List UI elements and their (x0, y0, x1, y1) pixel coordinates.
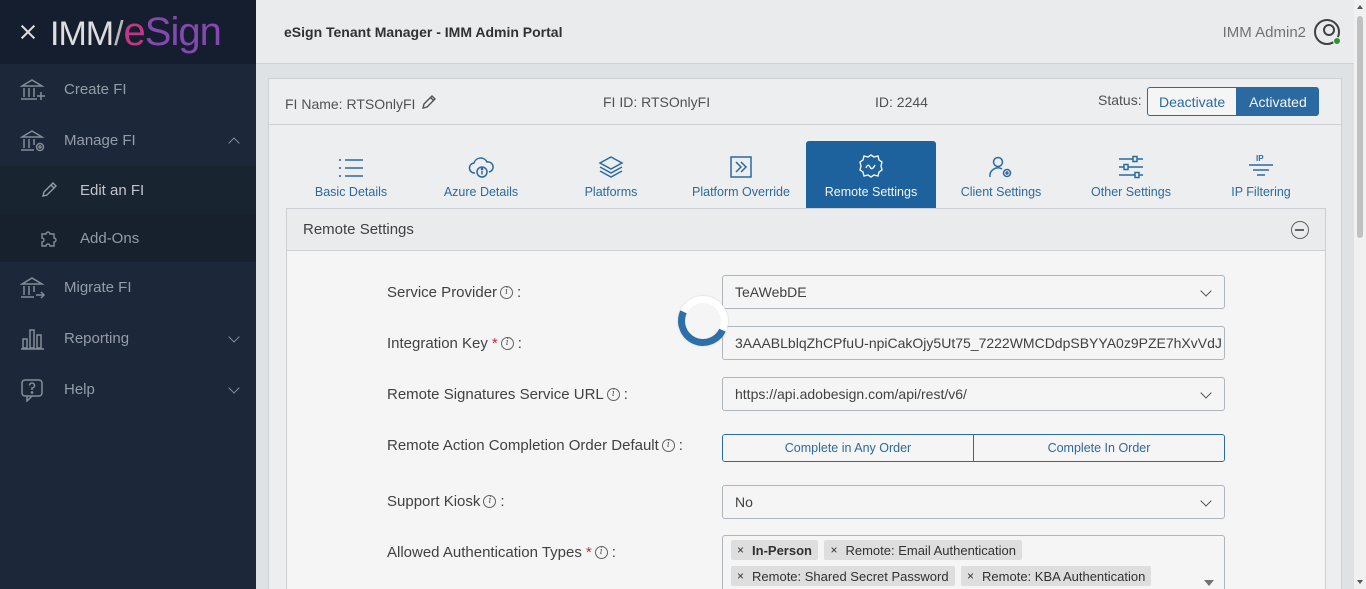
loading-overlay (0, 0, 1354, 589)
page-scrollbar[interactable] (1354, 0, 1366, 589)
scrollbar-thumb[interactable] (1357, 16, 1363, 238)
scroll-up-icon[interactable] (1357, 5, 1363, 9)
scroll-down-icon[interactable] (1357, 580, 1363, 584)
